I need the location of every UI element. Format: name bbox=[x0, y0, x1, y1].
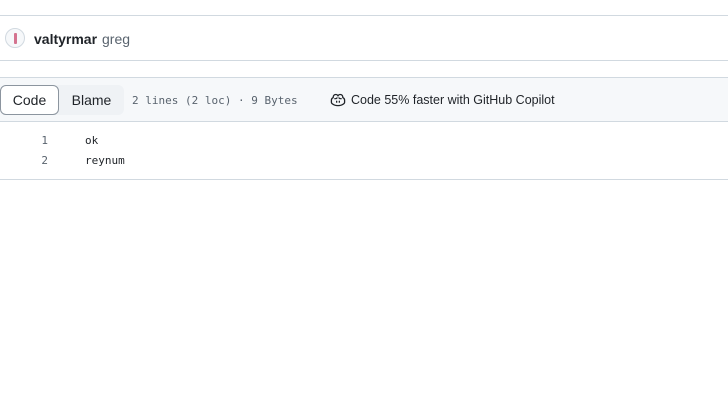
copilot-icon bbox=[330, 93, 346, 107]
commit-message-link[interactable]: greg bbox=[102, 31, 130, 47]
code-view: 1 ok 2 reynum bbox=[0, 122, 728, 179]
file-info: 2 lines (2 loc) · 9 Bytes bbox=[132, 94, 298, 107]
commit-author-link[interactable]: valtyrmar bbox=[34, 31, 97, 47]
view-mode-segmented-control: Code Blame bbox=[0, 85, 124, 115]
line-content: ok bbox=[85, 134, 99, 147]
file-header: Code Blame 2 lines (2 loc) · 9 Bytes Cod… bbox=[0, 77, 728, 122]
tab-blame[interactable]: Blame bbox=[59, 85, 124, 115]
divider bbox=[0, 60, 728, 61]
line-number[interactable]: 2 bbox=[0, 151, 48, 171]
latest-commit-bar: valtyrmar greg bbox=[0, 16, 728, 60]
copilot-promo-label: Code 55% faster with GitHub Copilot bbox=[351, 93, 555, 107]
line-number[interactable]: 1 bbox=[0, 131, 48, 151]
copilot-promo-button[interactable]: Code 55% faster with GitHub Copilot bbox=[330, 92, 555, 108]
code-line: 1 ok bbox=[0, 131, 728, 151]
divider bbox=[0, 179, 728, 180]
code-line: 2 reynum bbox=[0, 151, 728, 171]
avatar[interactable] bbox=[5, 28, 25, 48]
file-view: valtyrmar greg Code Blame 2 lines (2 loc… bbox=[0, 0, 728, 413]
line-content: reynum bbox=[85, 154, 125, 167]
avatar-image bbox=[13, 32, 17, 44]
tab-code[interactable]: Code bbox=[0, 85, 59, 115]
